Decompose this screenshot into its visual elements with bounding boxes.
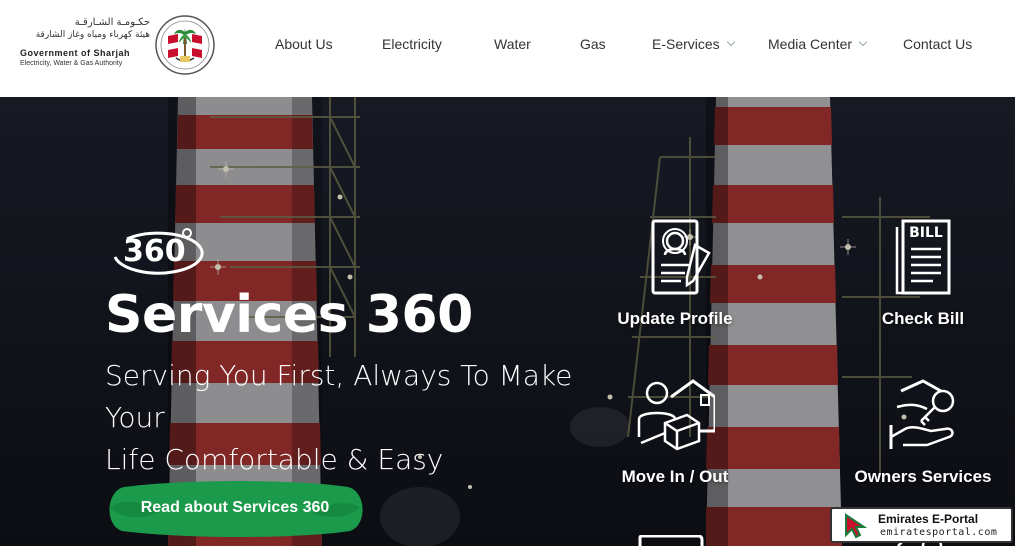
nav-label: Contact Us (903, 36, 973, 52)
nav-label: Gas (580, 36, 606, 52)
cursor-arrow-icon (845, 513, 868, 539)
nav-label: About Us (275, 36, 333, 52)
nav-label: Electricity (382, 36, 442, 52)
logo-arabic-line2: هيئة كهرباء ومياه وغاز الشارقة (35, 30, 150, 40)
watermark-url: emiratesportal.com (880, 527, 998, 538)
sewa-logo[interactable]: حكـومـة الشـارقـة هيئة كهرباء ومياه وغاز… (18, 12, 218, 80)
service-owners-services[interactable]: Owners Services (848, 377, 998, 487)
service-label: Check Bill (881, 309, 965, 328)
nav-label: Media Center (768, 36, 853, 52)
hero-subtitle-line2: Life Comfortable & Easy (105, 443, 444, 476)
hand-key-icon (889, 379, 955, 449)
nav-electricity[interactable]: Electricity (382, 36, 442, 52)
service-check-bill[interactable]: BILL Check Bill (858, 217, 988, 329)
service-label: Owners Services (854, 467, 992, 486)
cta-label: Read about Services 360 (140, 499, 330, 516)
chevron-down-icon (858, 37, 868, 47)
chevron-down-icon (726, 37, 735, 47)
nav-label: Water (494, 36, 531, 52)
document-icon (638, 535, 704, 546)
logo-english-line2: Electricity, Water & Gas Authority (20, 60, 123, 67)
watermark-title: Emirates E-Portal (878, 512, 979, 526)
hero-title: Services 360 (105, 285, 473, 345)
svg-text:BILL: BILL (909, 225, 943, 241)
service-move-in-out[interactable]: Move In / Out (600, 377, 750, 487)
nav-e-services[interactable]: E-Services (652, 36, 735, 52)
profile-document-icon (651, 219, 711, 295)
nav-gas[interactable]: Gas (580, 36, 606, 52)
bill-icon: BILL (895, 219, 951, 295)
site-header: حكـومـة الشـارقـة هيئة كهرباء ومياه وغاز… (0, 0, 1015, 97)
service-label: Move In / Out (621, 467, 729, 486)
nav-media-center[interactable]: Media Center (768, 36, 868, 52)
house-box-icon (637, 379, 715, 451)
nav-contact-us[interactable]: Contact Us (903, 36, 972, 52)
hero-subtitle: Serving You First, Always To Make Your L… (105, 355, 625, 481)
sharjah-emblem-icon (155, 15, 215, 75)
nav-about-us[interactable]: About Us (275, 36, 333, 52)
logo-arabic-line1: حكـومـة الشـارقـة (74, 17, 150, 28)
nav-water[interactable]: Water (494, 36, 531, 52)
logo-text: حكـومـة الشـارقـة هيئة كهرباء ومياه وغاز… (20, 16, 150, 67)
services-360-badge-text: 360 (123, 234, 186, 269)
emirates-eportal-watermark: Emirates E-Portal emiratesportal.com (830, 507, 1013, 543)
logo-english-line1: Government of Sharjah (20, 48, 131, 58)
services-360-logo-icon: 360 (113, 228, 204, 275)
service-label: Update Profile (617, 309, 733, 328)
read-about-services-360-button[interactable]: Read about Services 360 (106, 481, 364, 537)
hero-subtitle-line1: Serving You First, Always To Make Your (105, 359, 573, 434)
hero-banner: 360 Services 360 Serving You First, Alwa… (0, 97, 1015, 546)
nav-label: E-Services (652, 36, 720, 52)
service-update-profile[interactable]: Update Profile (610, 217, 740, 329)
